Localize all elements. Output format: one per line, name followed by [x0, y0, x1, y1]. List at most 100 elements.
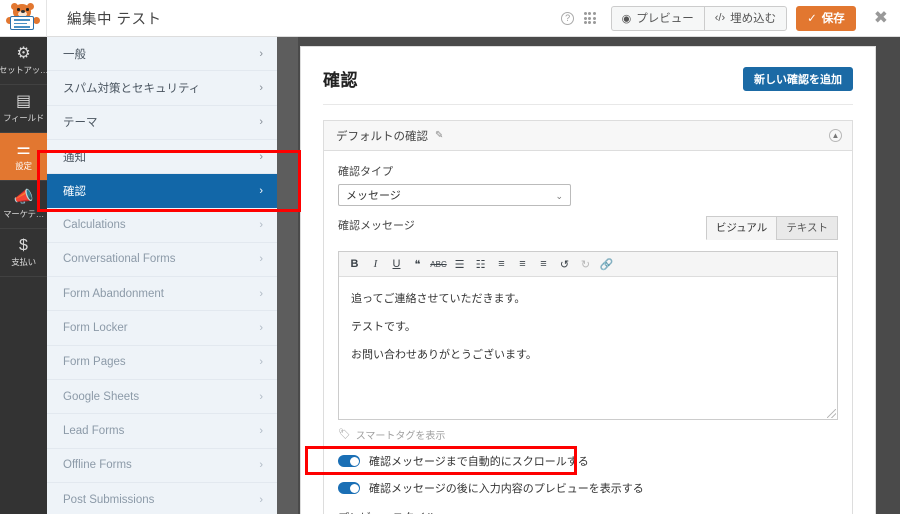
- nav-item-9[interactable]: Form Pages ›: [47, 345, 277, 380]
- nav-item-7[interactable]: Form Abandonment ›: [47, 277, 277, 312]
- blockquote-icon[interactable]: ❝: [408, 255, 427, 274]
- confirmation-message-field: 確認メッセージ ビジュアル テキスト B I U ❝ ABC ☰ ☷ ≡ ≡ ≡ ↺ ↻ 🔗 追ってご連…: [338, 216, 838, 420]
- pencil-icon[interactable]: ✎: [435, 130, 443, 141]
- confirmation-type-label: 確認タイプ: [338, 166, 393, 178]
- preview-button[interactable]: ◉ プレビュー: [610, 5, 704, 31]
- chevron-right-icon: ›: [259, 81, 263, 94]
- rail-item-fields[interactable]: ▤ フィールド: [0, 85, 47, 133]
- nav-item-13[interactable]: Post Submissions ›: [47, 482, 277, 514]
- nav-item-8[interactable]: Form Locker ›: [47, 311, 277, 346]
- editor-mode-tabs: ビジュアル テキスト: [705, 216, 838, 240]
- rail-item-settings[interactable]: ⚌ 設定: [0, 133, 47, 181]
- rail-item-settings-label: 設定: [15, 160, 32, 171]
- redo-icon[interactable]: ↻: [576, 255, 595, 274]
- top-toolbar-actions: ? ◉ プレビュー ‹/› 埋め込む ✓ 保存 ✖: [557, 0, 900, 37]
- tab-text[interactable]: テキスト: [776, 216, 838, 240]
- resize-handle-icon[interactable]: [827, 409, 836, 418]
- nav-item-6[interactable]: Conversational Forms ›: [47, 242, 277, 278]
- nav-item-3[interactable]: 通知 ›: [47, 139, 277, 175]
- rail-item-payments-label: 支払い: [11, 256, 36, 267]
- chevron-right-icon: ›: [259, 47, 263, 60]
- panel-header: 確認 新しい確認を追加: [301, 47, 875, 91]
- bulleted-list-icon[interactable]: ☰: [450, 255, 469, 274]
- align-center-icon[interactable]: ≡: [513, 255, 532, 274]
- auto-scroll-toggle[interactable]: [338, 455, 360, 467]
- numbered-list-icon[interactable]: ☷: [471, 255, 490, 274]
- nav-item-1[interactable]: スパム対策とセキュリティ ›: [47, 71, 277, 106]
- chevron-right-icon: ›: [259, 459, 263, 472]
- chevron-right-icon: ›: [259, 322, 263, 335]
- tab-visual[interactable]: ビジュアル: [705, 216, 778, 240]
- nav-item-2[interactable]: テーマ ›: [47, 105, 277, 140]
- confirmation-type-value: メッセージ: [346, 190, 401, 202]
- undo-icon[interactable]: ↺: [555, 255, 574, 274]
- nav-item-10[interactable]: Google Sheets ›: [47, 379, 277, 415]
- editor-line: お問い合わせありがとうございます。: [351, 349, 537, 361]
- entry-preview-toggle-row[interactable]: 確認メッセージの後に入力内容のプレビューを表示する: [338, 480, 838, 496]
- embed-button[interactable]: ‹/› 埋め込む: [703, 5, 788, 31]
- page-title: 確認: [323, 71, 358, 90]
- rail-item-marketing-label: マーケテ…: [3, 208, 44, 219]
- close-x-icon[interactable]: ✖: [874, 8, 888, 28]
- wpforms-mascot-logo-icon: [6, 3, 40, 32]
- app-grid-icon[interactable]: [579, 0, 601, 37]
- tag-icon: 🏷: [338, 429, 351, 440]
- nav-item-label: Form Abandonment: [63, 287, 165, 300]
- confirmation-type-select[interactable]: メッセージ ⌄: [338, 184, 571, 206]
- align-right-icon[interactable]: ≡: [534, 255, 553, 274]
- nav-item-4[interactable]: 確認 ›: [47, 174, 277, 209]
- preview-button-label: プレビュー: [636, 13, 694, 25]
- confirmations-panel: 確認 新しい確認を追加 デフォルトの確認 ✎ ▲ 確認タイプ メッセージ ⌄ 確…: [300, 46, 876, 514]
- form-title: 編集中 テスト: [67, 11, 162, 28]
- link-icon[interactable]: 🔗: [597, 255, 616, 274]
- auto-scroll-toggle-row[interactable]: 確認メッセージまで自動的にスクロールする: [338, 453, 838, 469]
- align-left-icon[interactable]: ≡: [492, 255, 511, 274]
- nav-item-12[interactable]: Offline Forms ›: [47, 448, 277, 483]
- entry-preview-toggle-label: 確認メッセージの後に入力内容のプレビューを表示する: [369, 483, 644, 495]
- rail-empty-space: [0, 277, 47, 514]
- nav-item-label: テーマ: [63, 117, 98, 130]
- nav-item-11[interactable]: Lead Forms ›: [47, 414, 277, 449]
- sliders-icon: ⚌: [16, 140, 31, 158]
- rail-item-fields-label: フィールド: [3, 112, 44, 123]
- nav-item-label: Offline Forms: [63, 459, 132, 472]
- italic-icon[interactable]: I: [366, 255, 385, 274]
- wpforms-form-builder: 編集中 テスト ? ◉ プレビュー ‹/› 埋め込む ✓ 保存 ✖ ⚙ セットア…: [0, 0, 900, 514]
- rail-item-setup[interactable]: ⚙ セットアッ…: [0, 37, 49, 85]
- entry-preview-toggle[interactable]: [338, 482, 360, 494]
- show-smart-tags-label: スマートタグを表示: [355, 431, 446, 442]
- chevron-right-icon: ›: [259, 116, 263, 129]
- add-confirmation-button[interactable]: 新しい確認を追加: [743, 66, 853, 91]
- rail-item-payments[interactable]: $ 支払い: [0, 229, 47, 277]
- show-smart-tags-button[interactable]: 🏷 スマートタグを表示: [338, 427, 838, 442]
- rail-item-marketing[interactable]: 📣 マーケテ…: [0, 181, 47, 229]
- bold-icon[interactable]: B: [345, 255, 364, 274]
- fields-icon: ▤: [15, 92, 32, 110]
- confirmation-block-header[interactable]: デフォルトの確認 ✎ ▲: [324, 121, 852, 151]
- nav-item-5[interactable]: Calculations ›: [47, 208, 277, 243]
- save-button-label: 保存: [821, 13, 845, 25]
- editor-line: 追ってご連絡させていただきます。: [351, 293, 526, 305]
- save-button[interactable]: ✓ 保存: [796, 5, 856, 31]
- builder-icon-rail: ⚙ セットアッ… ▤ フィールド ⚌ 設定 📣 マーケテ… $ 支払い: [0, 37, 49, 514]
- editor-content-area[interactable]: 追ってご連絡させていただきます。 テストです。 お問い合わせありがとうございます。: [339, 277, 837, 419]
- chevron-right-icon: ›: [259, 390, 263, 403]
- nav-item-label: Lead Forms: [63, 424, 125, 437]
- megaphone-icon: 📣: [13, 188, 34, 206]
- embed-button-label: 埋め込む: [730, 13, 777, 25]
- nav-item-0[interactable]: 一般 ›: [47, 37, 277, 72]
- chevron-up-circle-icon[interactable]: ▲: [829, 129, 842, 142]
- help-circle-icon[interactable]: ?: [557, 0, 579, 37]
- underline-icon[interactable]: U: [387, 255, 406, 274]
- settings-nav-panel[interactable]: 一般 › スパム対策とセキュリティ › テーマ › 通知 › 確認 › Calculations › C…: [47, 37, 277, 514]
- wpforms-logo: [0, 0, 47, 37]
- chevron-right-icon: ›: [259, 184, 263, 197]
- gear-icon: ⚙: [16, 44, 31, 62]
- nav-item-label: Google Sheets: [63, 390, 140, 403]
- preview-style-label: プレビュースタイル: [338, 509, 838, 514]
- auto-scroll-toggle-label: 確認メッセージまで自動的にスクロールする: [369, 456, 589, 468]
- chevron-right-icon: ›: [259, 253, 263, 266]
- strikethrough-icon[interactable]: ABC: [429, 255, 448, 274]
- rail-item-setup-label: セットアッ…: [0, 64, 49, 75]
- confirmation-name: デフォルトの確認: [336, 130, 428, 143]
